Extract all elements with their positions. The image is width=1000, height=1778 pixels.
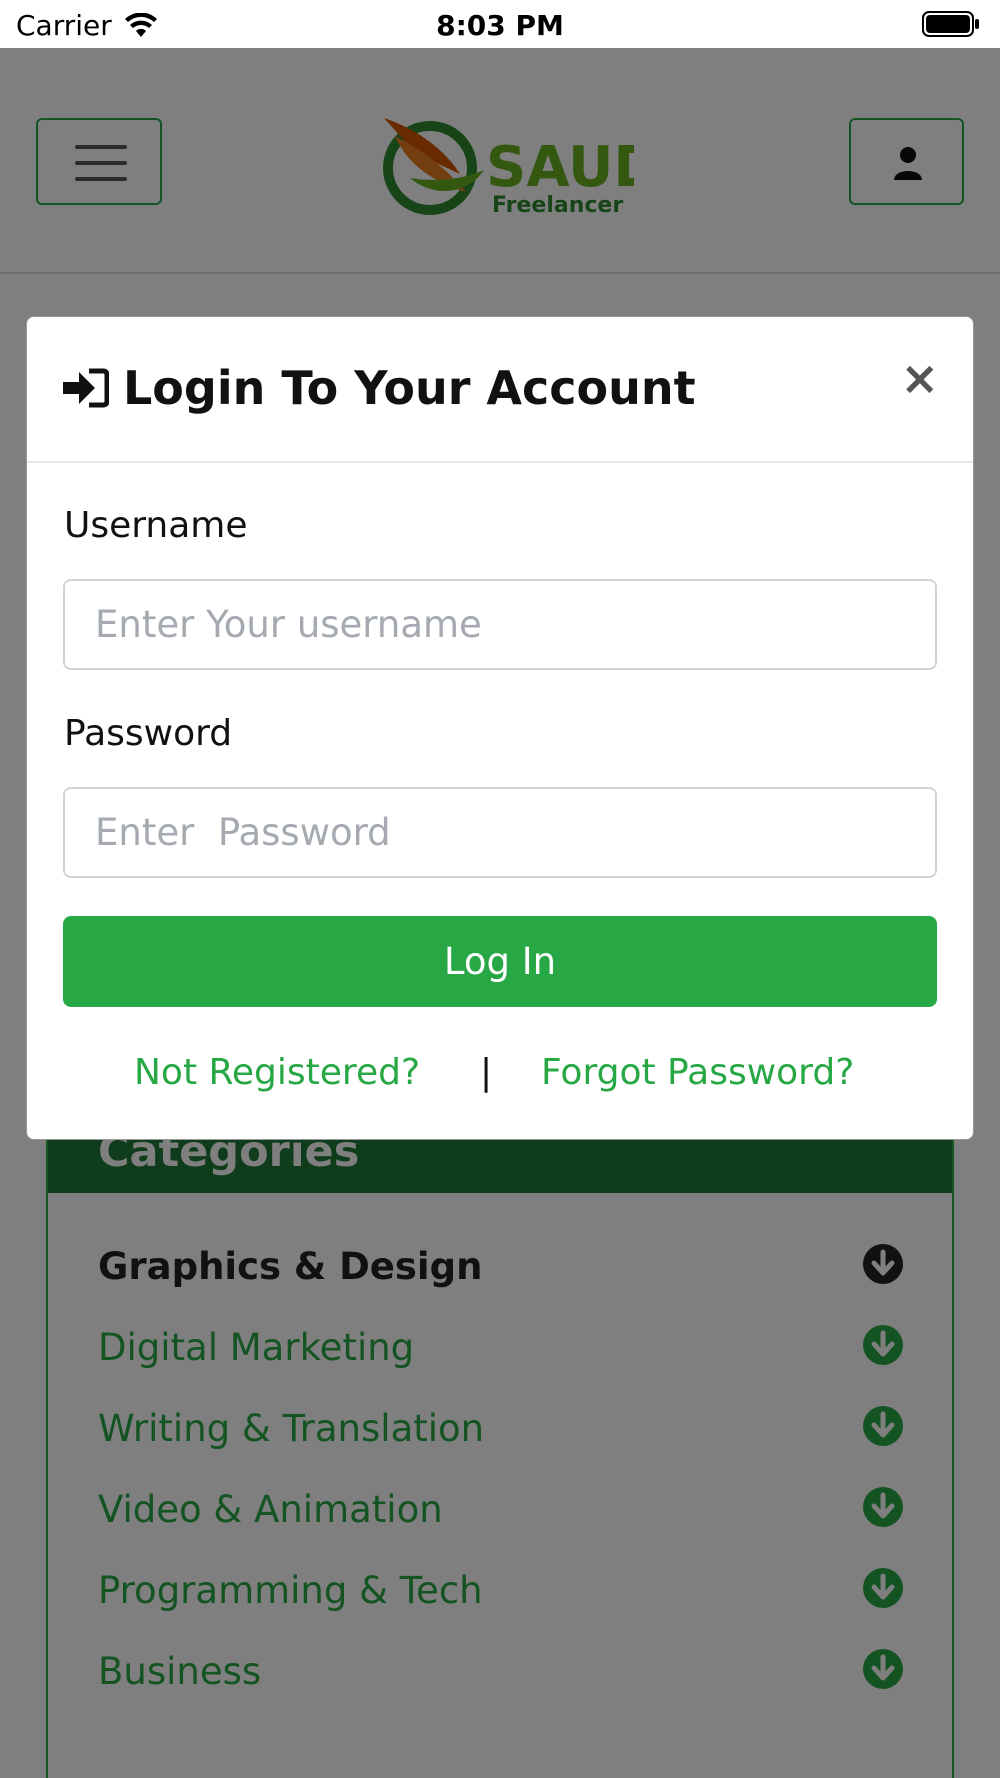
close-button[interactable]: × <box>900 355 939 401</box>
modal-header: Login To Your Account × <box>27 317 973 463</box>
not-registered-link[interactable]: Not Registered? <box>134 1052 420 1093</box>
password-label: Password <box>64 713 233 754</box>
username-label: Username <box>64 505 248 546</box>
forgot-password-link[interactable]: Forgot Password? <box>541 1052 854 1093</box>
modal-title: Login To Your Account <box>63 361 696 415</box>
status-time: 8:03 PM <box>436 9 564 42</box>
modal-links: Not Registered? | Forgot Password? <box>27 1052 975 1102</box>
password-input[interactable] <box>63 787 937 878</box>
battery-icon <box>922 11 979 37</box>
sign-in-icon <box>63 368 109 408</box>
username-input[interactable] <box>63 579 937 670</box>
login-modal: Login To Your Account × Username Passwor… <box>26 316 974 1140</box>
login-button[interactable]: Log In <box>63 916 937 1007</box>
status-bar: Carrier 8:03 PM <box>0 0 1000 48</box>
links-separator: | <box>480 1052 493 1093</box>
modal-title-text: Login To Your Account <box>123 361 696 415</box>
